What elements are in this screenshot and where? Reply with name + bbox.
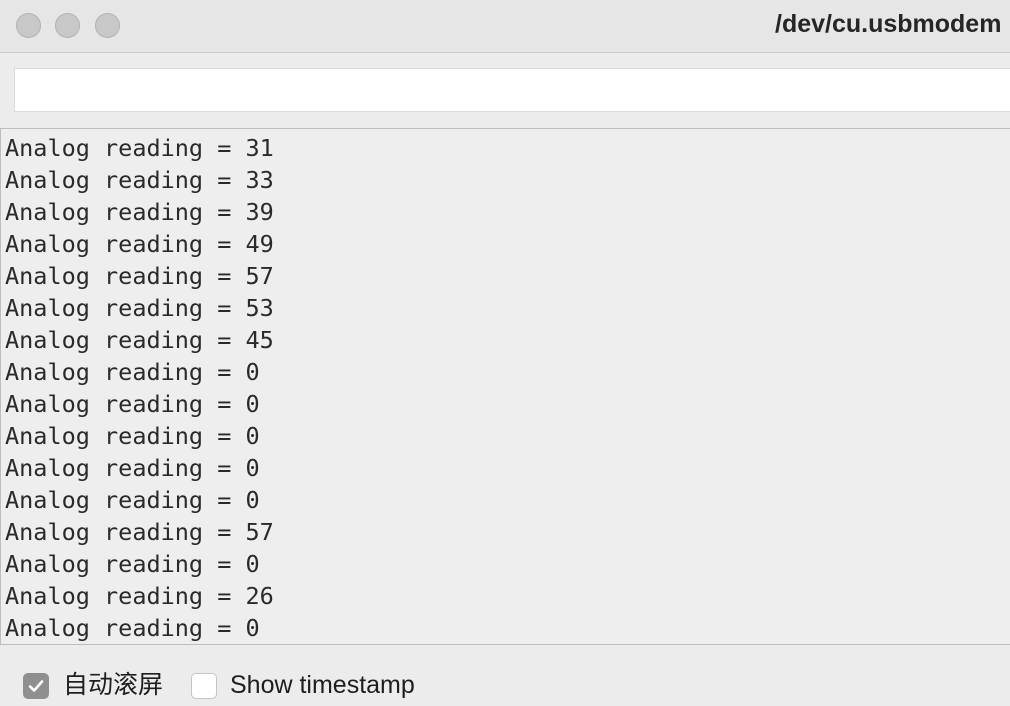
footer-bar: 自动滚屏 Show timestamp [0, 646, 1010, 706]
serial-output-line: Analog reading = 0 [5, 614, 260, 642]
checkmark-icon [28, 680, 44, 692]
serial-output-line: Analog reading = 0 [5, 550, 260, 578]
serial-output-line: Analog reading = 57 [5, 518, 274, 546]
zoom-button-icon[interactable] [95, 13, 120, 38]
serial-output-area[interactable]: Analog reading = 31 Analog reading = 33 An… [0, 128, 1010, 645]
serial-output-line: Analog reading = 49 [5, 230, 274, 258]
send-input[interactable] [14, 68, 1010, 112]
serial-output-line: Analog reading = 0 [5, 422, 260, 450]
show-timestamp-label[interactable]: Show timestamp [230, 670, 415, 700]
serial-output-line: Analog reading = 0 [5, 358, 260, 386]
window-title: /dev/cu.usbmodem [775, 10, 1002, 38]
title-bar: /dev/cu.usbmodem [0, 0, 1010, 53]
serial-output-line: Analog reading = 0 [5, 454, 260, 482]
serial-monitor-window: /dev/cu.usbmodem Analog reading = 31 Anal… [0, 0, 1010, 706]
autoscroll-checkbox[interactable] [23, 673, 49, 699]
serial-output-line: Analog reading = 57 [5, 262, 274, 290]
serial-output-list: Analog reading = 31 Analog reading = 33 An… [5, 132, 274, 644]
serial-output-line: Analog reading = 0 [5, 390, 260, 418]
send-bar [0, 53, 1010, 127]
serial-output-line: Analog reading = 33 [5, 166, 274, 194]
minimize-button-icon[interactable] [55, 13, 80, 38]
serial-output-line: Analog reading = 26 [5, 582, 274, 610]
autoscroll-label[interactable]: 自动滚屏 [63, 670, 163, 700]
serial-output-line: Analog reading = 53 [5, 294, 274, 322]
serial-output-line: Analog reading = 45 [5, 326, 274, 354]
close-button-icon[interactable] [16, 13, 41, 38]
show-timestamp-checkbox[interactable] [191, 673, 217, 699]
serial-output-line: Analog reading = 39 [5, 198, 274, 226]
serial-output-line: Analog reading = 0 [5, 486, 260, 514]
serial-output-line: Analog reading = 31 [5, 134, 274, 162]
